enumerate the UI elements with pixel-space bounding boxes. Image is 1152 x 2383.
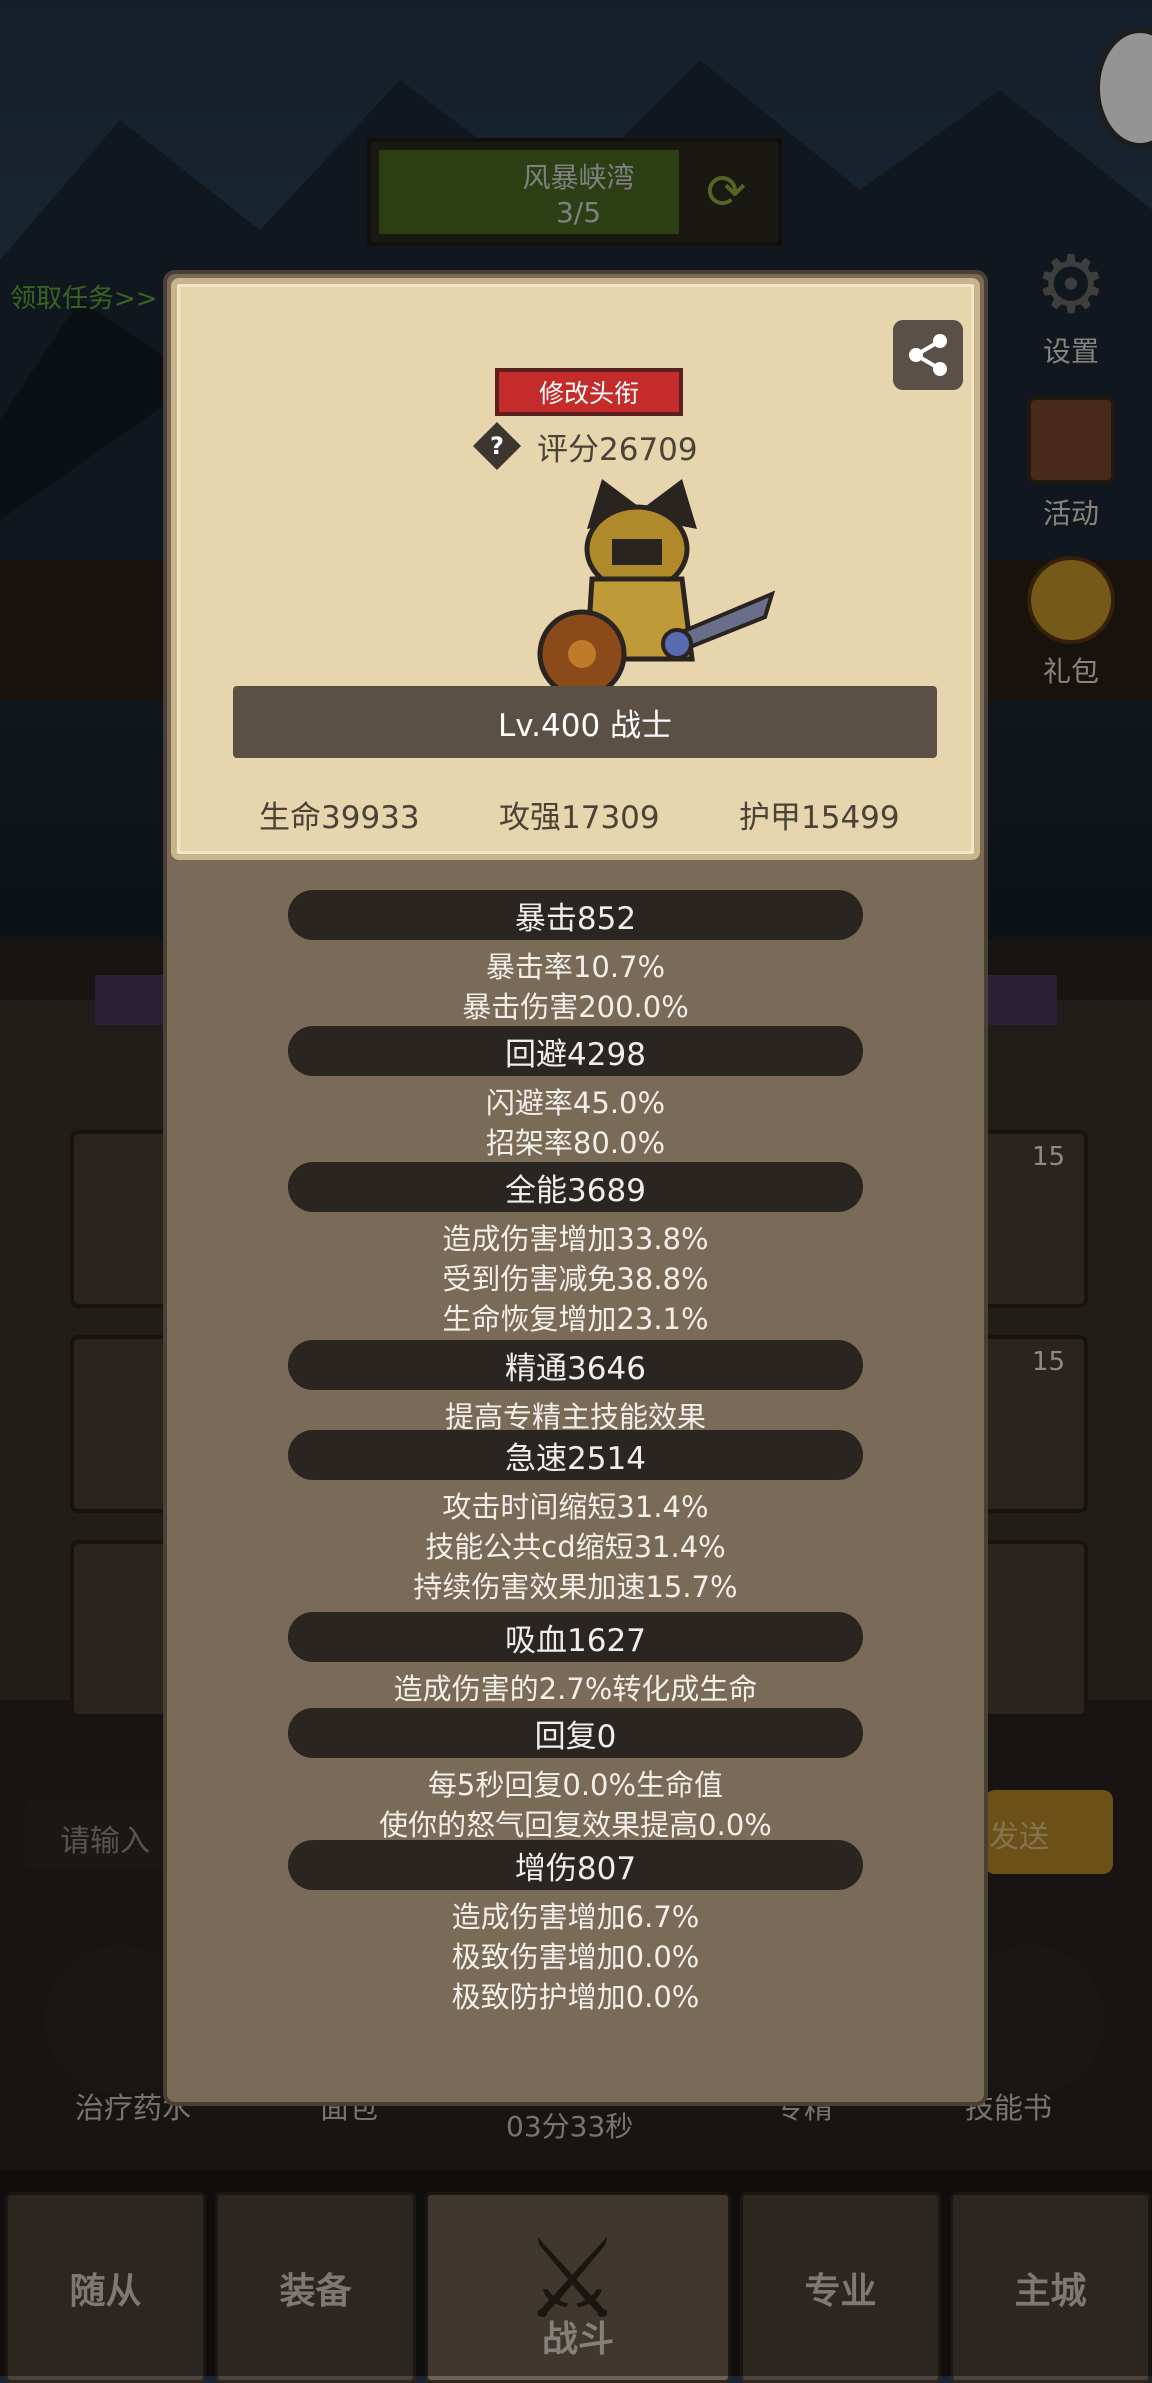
stat-detail-line: 造成伤害增加33.8% [442, 1222, 709, 1256]
stat-detail-line: 造成伤害增加6.7% [451, 1900, 700, 1934]
stat-detail-line: 闪避率45.0% [485, 1086, 666, 1120]
stat-detail-line: 持续伤害效果加速15.7% [413, 1570, 738, 1604]
stat-detail-line: 攻击时间缩短31.4% [442, 1490, 709, 1524]
stat-group-header: 增伤807 [288, 1840, 863, 1890]
armor-stat: 护甲15499 [739, 800, 900, 836]
change-title-button[interactable]: 修改头衔 [495, 368, 683, 416]
stat-detail-line: 造成伤害的2.7%转化成生命 [393, 1672, 758, 1706]
stat-group-header: 全能3689 [288, 1162, 863, 1212]
stat-detail-line: 暴击伤害200.0% [462, 990, 689, 1024]
stat-detail-line: 受到伤害减免38.8% [442, 1262, 709, 1296]
character-card: 修改头衔 ? 评分26709 Lv.400 战士 生命39933 攻强17309… [171, 278, 980, 860]
attack-stat: 攻强17309 [499, 800, 660, 836]
score: 评分26709 [537, 432, 698, 468]
stat-detail-line: 极致伤害增加0.0% [451, 1940, 700, 1974]
stat-detail-line: 暴击率10.7% [485, 950, 666, 984]
stat-group-header: 吸血1627 [288, 1612, 863, 1662]
stat-detail-line: 使你的怒气回复效果提高0.0% [379, 1808, 772, 1842]
share-button[interactable] [893, 320, 963, 390]
stat-group-header: 回复0 [288, 1708, 863, 1758]
share-icon [909, 334, 947, 376]
stat-detail-line: 招架率80.0% [485, 1126, 666, 1160]
stat-group-header: 精通3646 [288, 1340, 863, 1390]
level-class-bar: Lv.400 战士 [233, 686, 937, 758]
stat-group-header: 暴击852 [288, 890, 863, 940]
stat-detail-line: 极致防护增加0.0% [451, 1980, 700, 2014]
stat-detail-line: 技能公共cd缩短31.4% [425, 1530, 726, 1564]
stat-group-header: 回避4298 [288, 1026, 863, 1076]
stat-detail-line: 每5秒回复0.0%生命值 [427, 1768, 724, 1802]
hp-stat: 生命39933 [259, 800, 420, 836]
character-stats-modal: 修改头衔 ? 评分26709 Lv.400 战士 生命39933 攻强17309… [163, 270, 988, 2106]
warrior-avatar [537, 479, 776, 699]
stat-group-header: 急速2514 [288, 1430, 863, 1480]
help-question-mark: ? [490, 432, 504, 460]
stat-detail-line: 生命恢复增加23.1% [442, 1302, 709, 1336]
